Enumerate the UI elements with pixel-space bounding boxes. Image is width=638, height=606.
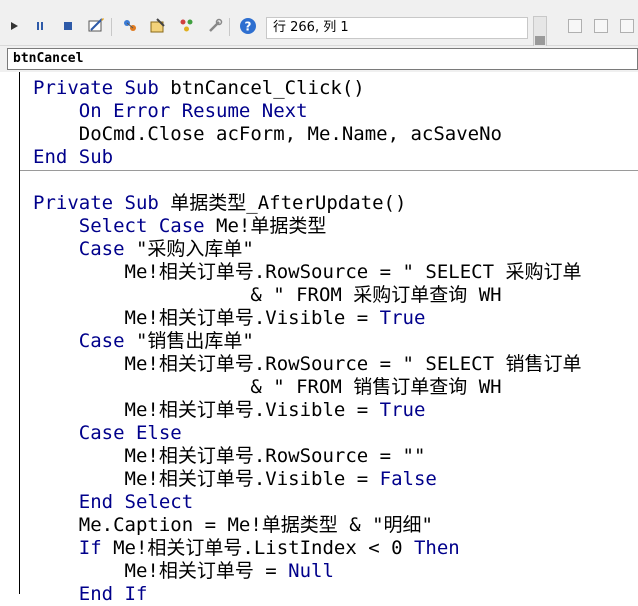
code-keyword: Case — [33, 330, 136, 352]
code-keyword: End Sub — [33, 146, 114, 168]
code-line[interactable]: Private Sub btnCancel_Click() — [33, 77, 365, 100]
procedure-combobox[interactable]: btnCancel — [7, 48, 638, 70]
code-line[interactable]: Me!相关订单号 = Null — [33, 560, 334, 583]
code-text-segment: DoCmd.Close acForm, Me.Name, acSaveNo — [33, 123, 502, 145]
project-explorer-icon[interactable] — [120, 16, 140, 36]
code-line[interactable]: End Sub — [33, 146, 113, 169]
menu-bar — [0, 0, 638, 8]
code-text-segment: Me!相关订单号.ListIndex < 0 — [113, 537, 414, 559]
code-keyword: Private Sub — [33, 77, 171, 99]
code-line[interactable]: & " FROM 销售订单查询 WH — [33, 376, 502, 399]
code-text-segment: Me!相关订单号.RowSource = " SELECT 采购订单 — [33, 261, 582, 283]
code-text-segment: & " FROM 销售订单查询 WH — [33, 376, 502, 398]
code-keyword: Private Sub — [33, 192, 171, 214]
code-line[interactable]: End If — [33, 583, 148, 606]
code-text-segment: Me!相关订单号.Visible = — [33, 307, 380, 329]
code-line[interactable]: Me!相关订单号.RowSource = "" — [33, 445, 426, 468]
code-line[interactable]: Me!相关订单号.RowSource = " SELECT 采购订单 — [33, 261, 582, 284]
code-keyword: End Select — [33, 491, 194, 513]
break-icon[interactable] — [30, 16, 50, 36]
code-keyword: Case — [33, 238, 136, 260]
code-keyword: On Error Resume Next — [33, 100, 308, 122]
code-line[interactable]: & " FROM 采购订单查询 WH — [33, 284, 502, 307]
code-keyword: Case Else — [33, 422, 182, 444]
help-icon[interactable]: ? — [238, 16, 258, 36]
svg-text:?: ? — [245, 20, 252, 34]
code-text-segment: btnCancel_Click() — [170, 77, 365, 99]
properties-icon[interactable] — [148, 16, 168, 36]
code-text-segment: Me!相关订单号.RowSource = " SELECT 销售订单 — [33, 353, 582, 375]
toolbox-icon[interactable] — [205, 16, 225, 36]
code-line[interactable]: Case "销售出库单" — [33, 330, 254, 353]
reset-icon[interactable] — [58, 16, 78, 36]
code-line[interactable]: Private Sub 单据类型_AfterUpdate() — [33, 192, 406, 215]
code-keyword: True — [379, 399, 426, 421]
code-text-segment: Me!相关订单号.Visible = — [33, 399, 380, 421]
toolbar-options-dropdown[interactable] — [533, 16, 547, 48]
outdent-icon[interactable] — [594, 19, 608, 33]
code-text-segment: Me!相关订单号.Visible = — [33, 468, 380, 490]
code-keyword: Null — [288, 560, 334, 582]
code-line[interactable]: Me.Caption = Me!单据类型 & "明细" — [33, 514, 433, 537]
code-line[interactable]: Select Case Me!单据类型 — [33, 215, 327, 238]
design-mode-icon[interactable] — [86, 16, 106, 36]
code-line[interactable]: Me!相关订单号.RowSource = " SELECT 销售订单 — [33, 353, 582, 376]
code-text-segment: Me!相关订单号 = — [33, 560, 289, 582]
code-line[interactable]: Me!相关订单号.Visible = True — [33, 307, 426, 330]
edit-toolbar-overflow — [556, 16, 638, 40]
standard-toolbar: ? 行 266, 列 1 — [0, 8, 638, 48]
code-keyword: If — [33, 537, 114, 559]
code-line[interactable]: Case Else — [33, 422, 182, 445]
code-line[interactable]: On Error Resume Next — [33, 100, 308, 123]
cursor-position-indicator: 行 266, 列 1 — [266, 17, 528, 39]
run-icon[interactable] — [4, 16, 24, 36]
code-keyword: True — [379, 307, 426, 329]
code-text-segment: Me!相关订单号.RowSource = "" — [33, 445, 426, 467]
code-keyword: Select Case — [33, 215, 217, 237]
code-line[interactable]: Me!相关订单号.Visible = False — [33, 468, 437, 491]
margin-indicator-bar[interactable] — [0, 72, 20, 594]
code-text-segment: Me!单据类型 — [216, 215, 327, 237]
code-line[interactable]: If Me!相关订单号.ListIndex < 0 Then — [33, 537, 460, 560]
code-keyword: Then — [413, 537, 460, 559]
code-text-segment: "销售出库单" — [135, 330, 254, 352]
procedure-bar: btnCancel — [0, 46, 638, 72]
code-text-segment: & " FROM 采购订单查询 WH — [33, 284, 502, 306]
code-text-segment: 单据类型_AfterUpdate() — [170, 192, 407, 214]
code-keyword: End If — [33, 583, 148, 605]
code-text-segment: Me.Caption = Me!单据类型 & "明细" — [33, 514, 433, 536]
comment-icon[interactable] — [620, 19, 634, 33]
object-browser-icon[interactable] — [177, 16, 197, 36]
code-line[interactable]: Me!相关订单号.Visible = True — [33, 399, 426, 422]
indent-icon[interactable] — [568, 19, 582, 33]
code-line[interactable]: Case "采购入库单" — [33, 238, 254, 261]
code-line[interactable]: DoCmd.Close acForm, Me.Name, acSaveNo — [33, 123, 502, 146]
procedure-separator — [20, 170, 638, 171]
code-editor[interactable]: Private Sub btnCancel_Click() On Error R… — [0, 72, 638, 605]
code-keyword: False — [379, 468, 437, 490]
code-text-segment: "采购入库单" — [135, 238, 254, 260]
code-line[interactable]: End Select — [33, 491, 193, 514]
